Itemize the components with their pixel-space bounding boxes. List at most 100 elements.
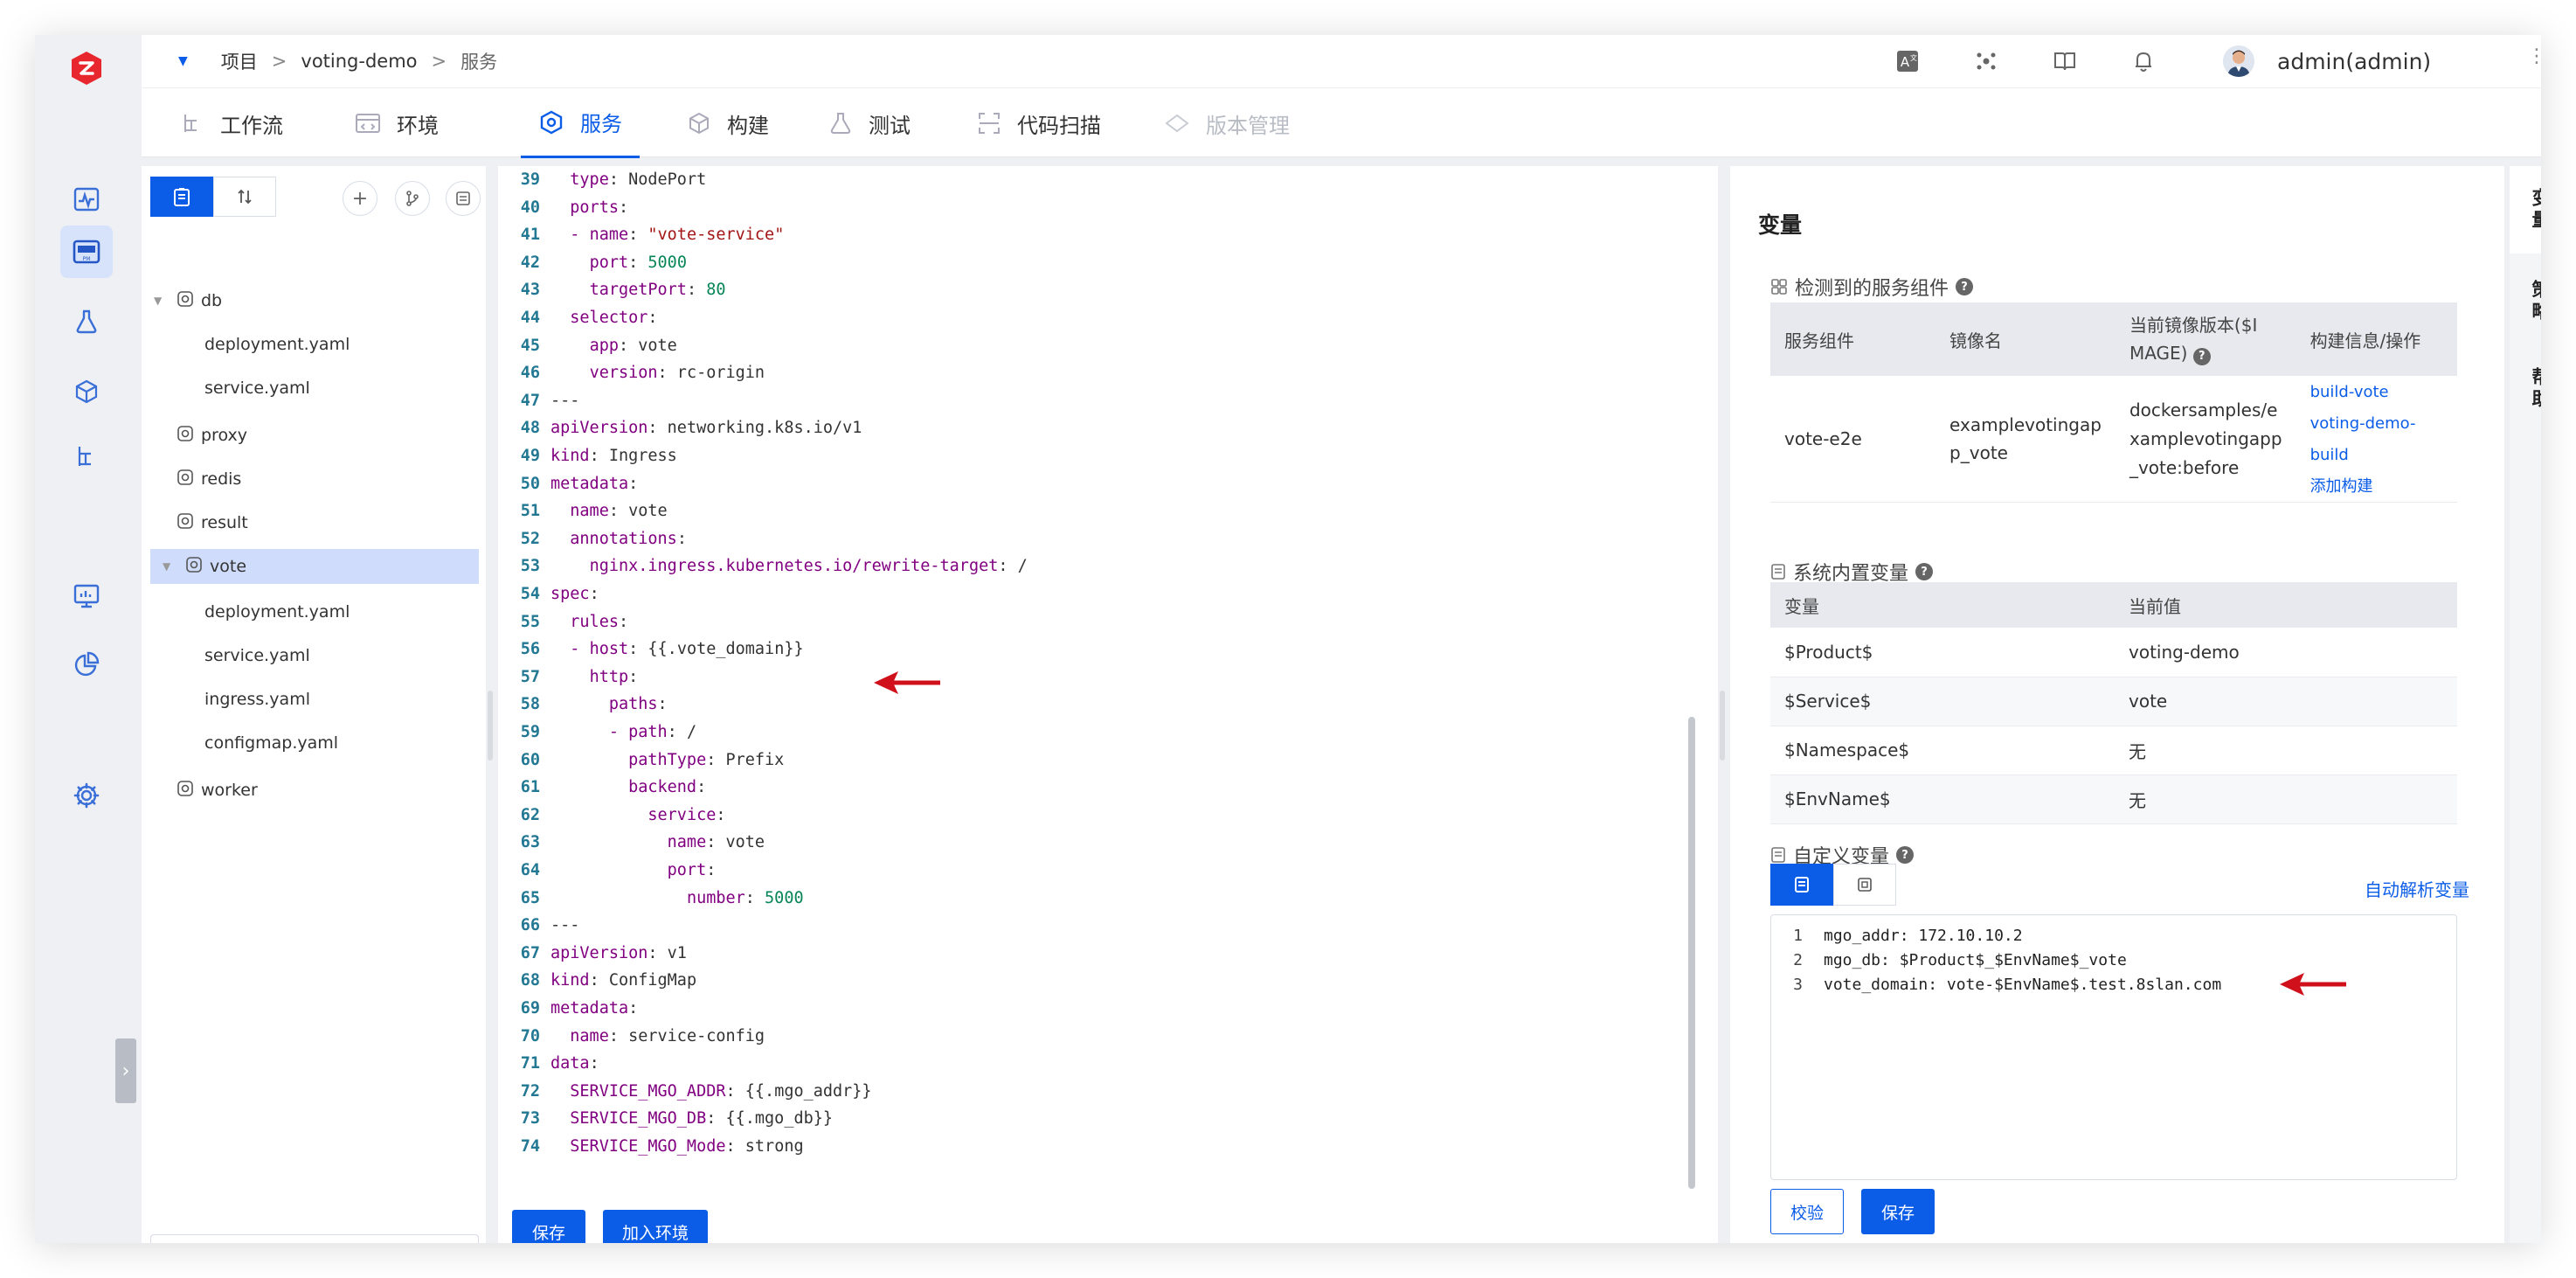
list-view-button[interactable] (150, 177, 213, 217)
left-nav-rail: PM › (35, 35, 142, 1243)
tree-file-item[interactable]: deployment.yaml (142, 594, 486, 629)
add-service-button[interactable]: + (343, 181, 377, 216)
add-to-environment-button[interactable]: 加入环境 (603, 1210, 708, 1243)
add-build-link[interactable]: 添加构建 (2310, 477, 2373, 496)
project-pm-icon[interactable]: PM (60, 226, 113, 278)
settings-gear-icon[interactable] (60, 769, 113, 822)
right-side-tabs: 变量 策略 帮助 (2510, 166, 2541, 1243)
tab-build[interactable]: 构建 (687, 88, 769, 158)
monitor-pulse-icon[interactable] (60, 173, 113, 226)
tab-test[interactable]: 测试 (828, 88, 911, 158)
breadcrumb-separator: > (431, 51, 447, 72)
breadcrumb-voting-demo[interactable]: voting-demo (301, 51, 417, 72)
line-number: 73 (520, 1109, 540, 1129)
caret-down-icon[interactable]: ▼ (178, 54, 188, 68)
plugin-nodes-icon[interactable] (1973, 48, 1999, 74)
help-question-icon[interactable]: ? (1896, 846, 1915, 864)
code-area[interactable]: 39 type: NodePort 40 ports: 41 - name: "vo… (498, 166, 1718, 1163)
workflow-tree-icon[interactable] (60, 430, 113, 483)
expand-sidebar-chevron-icon[interactable]: › (115, 1038, 136, 1103)
side-tab-help[interactable]: 帮助 (2510, 350, 2541, 428)
help-question-icon[interactable]: ? (1915, 563, 1934, 580)
custom-variables-editor[interactable]: 1 mgo_addr: 172.10.10.2 2 mgo_db: $Product$… (1770, 914, 2457, 1180)
yaml-key: targetPort (589, 281, 687, 300)
line-number: 50 (520, 474, 540, 493)
save-variables-button[interactable]: 保存 (1861, 1189, 1935, 1234)
variables-panel: 变量 检测到的服务组件 ? 服务组件 镜像名 当前镜像版本($I MAGE) ? … (1730, 166, 2504, 1243)
line-number: 49 (520, 447, 540, 465)
cell-line: _vote:before (2129, 456, 2240, 478)
auto-parse-variables-link[interactable]: 自动解析变量 (2365, 876, 2469, 901)
code-line: backend: (628, 778, 707, 797)
help-question-icon[interactable]: ? (2192, 348, 2211, 365)
yaml-key: paths (608, 695, 658, 714)
statistics-pie-icon[interactable] (60, 638, 113, 691)
yaml-value: rc-origin (667, 364, 765, 383)
code-line: apiVersion: networking.k8s.io/v1 (551, 419, 862, 438)
artifact-cube-icon[interactable] (60, 365, 113, 418)
save-button[interactable]: 保存 (512, 1210, 585, 1243)
tree-service-item[interactable]: ▼ db (142, 283, 486, 318)
header-line: 当前镜像版本($I (2129, 315, 2258, 336)
top-header: ▼ 项目 > voting-demo > 服务 A文 admin(admin) … (142, 35, 2541, 87)
zadig-logo-icon[interactable] (67, 49, 106, 87)
validate-button[interactable]: 校验 (1770, 1189, 1844, 1234)
help-question-icon[interactable]: ? (1956, 278, 1974, 295)
cell-line: dockersamples/e (2129, 399, 2278, 420)
breadcrumb: ▼ 项目 > voting-demo > 服务 (178, 35, 497, 87)
template-button[interactable] (446, 181, 481, 216)
build-vote-link[interactable]: build-vote (2310, 383, 2389, 401)
tree-file-item[interactable]: service.yaml (142, 371, 486, 406)
tree-file-item[interactable]: configmap.yaml (142, 726, 486, 761)
translate-icon[interactable]: A文 (1894, 48, 1921, 74)
more-vertical-icon[interactable]: ⋮ (2527, 45, 2541, 67)
dashboard-monitor-icon[interactable] (60, 570, 113, 622)
table-row: $EnvName$ 无 (1770, 774, 2457, 824)
tree-file-item[interactable]: ingress.yaml (142, 682, 486, 717)
expand-caret-icon[interactable]: ▼ (154, 295, 162, 307)
tree-file-item[interactable]: deployment.yaml (142, 327, 486, 362)
expand-caret-icon[interactable]: ▼ (163, 560, 170, 573)
tree-file-item[interactable]: service.yaml (142, 638, 486, 673)
cell-line: examplevotingap (1949, 414, 2102, 435)
tab-service[interactable]: 服务 (521, 88, 640, 158)
line-number: 65 (520, 888, 540, 907)
editor-splitter-handle[interactable] (1720, 691, 1725, 761)
line-number: 74 (520, 1137, 540, 1156)
yaml-value: Prefix (716, 750, 785, 769)
sort-button[interactable] (213, 177, 276, 217)
tab-code-scan[interactable]: 代码扫描 (977, 88, 1101, 158)
code-line: - name: "vote-service" (570, 226, 785, 245)
yaml-key: host (589, 640, 629, 659)
yaml-view-button[interactable] (1770, 864, 1833, 906)
code-line: paths: (608, 695, 668, 714)
test-flask-icon[interactable] (60, 295, 113, 348)
tree-service-item[interactable]: proxy (142, 418, 486, 453)
side-tab-strategy[interactable]: 策略 (2510, 262, 2541, 341)
branch-button[interactable] (395, 181, 430, 216)
tree-service-item[interactable]: result (142, 505, 486, 540)
notification-bell-icon[interactable] (2130, 48, 2157, 74)
yaml-value: ConfigMap (599, 971, 697, 990)
user-menu[interactable]: admin(admin) (2223, 35, 2431, 87)
tree-service-item[interactable]: redis (142, 462, 486, 497)
tree-splitter-handle[interactable] (488, 691, 493, 761)
tree-service-item[interactable]: ▼ vote (150, 549, 479, 584)
table-header: 服务组件 (1770, 302, 1936, 376)
tree-service-item[interactable]: worker (142, 773, 486, 808)
voting-demo-build-link[interactable]: voting-demo-build (2310, 414, 2416, 464)
line-number: 55 (520, 612, 540, 631)
line-number: 46 (520, 364, 540, 383)
side-tab-variables[interactable]: 变量 (2510, 166, 2541, 254)
tab-environment[interactable]: 环境 (355, 88, 439, 158)
breadcrumb-project[interactable]: 项目 (221, 48, 258, 74)
search-service-input[interactable] (150, 1234, 479, 1243)
yaml-value: "vote-service" (638, 226, 785, 245)
tab-workflow[interactable]: 工作流 (180, 88, 283, 158)
yaml-key: backend (628, 778, 697, 797)
code-line: nginx.ingress.kubernetes.io/rewrite-targ… (589, 557, 1028, 576)
yaml-key: port (589, 253, 629, 272)
docs-book-icon[interactable] (2052, 48, 2078, 74)
table-view-button[interactable] (1833, 864, 1896, 906)
editor-scrollbar[interactable] (1688, 717, 1695, 1189)
